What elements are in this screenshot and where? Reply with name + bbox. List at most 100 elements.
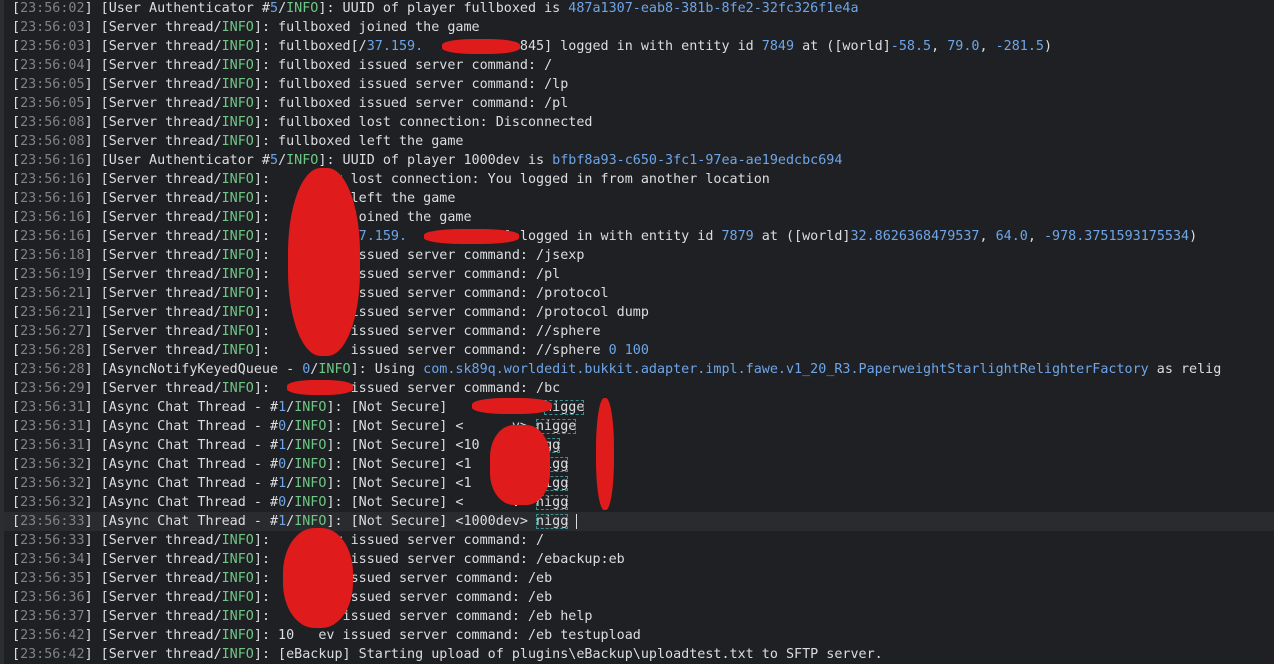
line-gutter <box>0 132 4 151</box>
log-level: INFO <box>221 305 254 320</box>
log-message: : [eBackup] Starting upload of plugins\e… <box>261 647 883 662</box>
log-timestamp: 23:56:03 <box>20 39 85 54</box>
log-line[interactable]: [23:56:19] [Server thread/INFO]: issued … <box>0 265 1274 284</box>
log-line[interactable]: [23:56:42] [Server thread/INFO]: [eBacku… <box>0 645 1274 664</box>
log-line[interactable]: [23:56:08] [Server thread/INFO]: fullbox… <box>0 113 1274 132</box>
log-line[interactable]: [23:56:29] [Server thread/INFO]: issued … <box>0 379 1274 398</box>
log-source: Async Chat Thread - # <box>108 476 279 491</box>
line-gutter <box>0 0 4 18</box>
log-source: Server thread <box>108 267 214 282</box>
numeric-value: 7879 <box>721 229 754 244</box>
log-line[interactable]: [23:56:37] [Server thread/INFO]: v issue… <box>0 607 1274 626</box>
log-line[interactable]: [23:56:21] [Server thread/INFO]: issued … <box>0 284 1274 303</box>
log-timestamp: 23:56:08 <box>20 134 85 149</box>
log-level: INFO <box>221 647 254 662</box>
log-line[interactable]: [23:56:32] [Async Chat Thread - #1/INFO]… <box>0 474 1274 493</box>
log-level: INFO <box>221 134 254 149</box>
log-source-number: 0 <box>278 457 287 472</box>
log-line[interactable]: [23:56:28] [Server thread/INFO]: issued … <box>0 341 1274 360</box>
redaction-mark <box>424 229 519 244</box>
log-line[interactable]: [23:56:21] [Server thread/INFO]: issued … <box>0 303 1274 322</box>
log-source: Server thread <box>108 647 214 662</box>
log-line[interactable]: [23:56:32] [Async Chat Thread - #0/INFO]… <box>0 493 1274 512</box>
log-level: INFO <box>221 381 254 396</box>
log-line[interactable]: [23:56:35] [Server thread/INFO]: v issue… <box>0 569 1274 588</box>
numeric-value: 79.0 <box>947 39 980 54</box>
log-timestamp: 23:56:37 <box>20 609 85 624</box>
log-line[interactable]: [23:56:33] [Server thread/INFO]: v issue… <box>0 531 1274 550</box>
log-level: INFO <box>294 400 327 415</box>
log-level: INFO <box>221 533 254 548</box>
log-line[interactable]: [23:56:16] [Server thread/INFO]: v joine… <box>0 208 1274 227</box>
highlighted-value: 37.159. <box>366 39 424 54</box>
numeric-value: -281.5 <box>995 39 1044 54</box>
log-level: INFO <box>294 495 327 510</box>
log-message: : UUID of player 1000dev is bfbf8a93-c65… <box>326 153 843 168</box>
log-line[interactable]: [23:56:08] [Server thread/INFO]: fullbox… <box>0 132 1274 151</box>
log-line[interactable]: [23:56:33] [Async Chat Thread - #1/INFO]… <box>0 512 1274 531</box>
log-line[interactable]: [23:56:16] [Server thread/INFO]: left th… <box>0 189 1274 208</box>
log-line[interactable]: [23:56:04] [Server thread/INFO]: fullbox… <box>0 56 1274 75</box>
redaction-mark <box>283 528 353 628</box>
server-console-log[interactable]: [23:56:02] [User Authenticator #5/INFO]:… <box>0 0 1274 664</box>
log-level: INFO <box>221 571 254 586</box>
log-source: Server thread <box>108 58 214 73</box>
log-message: : UUID of player fullboxed is 487a1307-e… <box>326 1 859 16</box>
log-level: INFO <box>286 153 319 168</box>
log-line[interactable]: [23:56:31] [Async Chat Thread - #1/INFO]… <box>0 436 1274 455</box>
line-gutter <box>0 550 4 569</box>
log-timestamp: 23:56:33 <box>20 514 85 529</box>
log-line[interactable]: [23:56:02] [User Authenticator #5/INFO]:… <box>0 0 1274 18</box>
log-message: : fullboxed[/37.159. 845] logged in with… <box>261 39 1053 54</box>
log-line[interactable]: [23:56:05] [Server thread/INFO]: fullbox… <box>0 75 1274 94</box>
log-source-number: 1 <box>278 400 287 415</box>
line-gutter <box>0 37 4 56</box>
log-line[interactable]: [23:56:16] [Server thread/INFO]: [/37.15… <box>0 227 1274 246</box>
log-message: : [/37.159. 4] logged in with entity id … <box>261 229 1198 244</box>
log-source: Server thread <box>108 134 214 149</box>
log-line[interactable]: [23:56:36] [Server thread/INFO]: v issue… <box>0 588 1274 607</box>
log-level: INFO <box>221 115 254 130</box>
log-timestamp: 23:56:28 <box>20 362 85 377</box>
log-line[interactable]: [23:56:03] [Server thread/INFO]: fullbox… <box>0 37 1274 56</box>
log-line[interactable]: [23:56:18] [Server thread/INFO]: issued … <box>0 246 1274 265</box>
log-level: INFO <box>294 514 327 529</box>
numeric-value: 64.0 <box>995 229 1028 244</box>
line-gutter <box>0 18 4 37</box>
line-gutter <box>0 474 4 493</box>
log-line[interactable]: [23:56:16] [Server thread/INFO]: v lost … <box>0 170 1274 189</box>
chat-message-text: nigge <box>536 419 577 434</box>
line-gutter <box>0 531 4 550</box>
log-source: Server thread <box>108 210 214 225</box>
log-source-number: 1 <box>278 438 287 453</box>
log-timestamp: 23:56:33 <box>20 533 85 548</box>
line-gutter <box>0 227 4 246</box>
log-line[interactable]: [23:56:27] [Server thread/INFO]: issued … <box>0 322 1274 341</box>
line-gutter <box>0 284 4 303</box>
log-line[interactable]: [23:56:34] [Server thread/INFO]: issued … <box>0 550 1274 569</box>
log-line[interactable]: [23:56:28] [AsyncNotifyKeyedQueue - 0/IN… <box>0 360 1274 379</box>
log-line[interactable]: [23:56:05] [Server thread/INFO]: fullbox… <box>0 94 1274 113</box>
log-source: Server thread <box>108 343 214 358</box>
log-level: INFO <box>221 628 254 643</box>
log-level: INFO <box>221 324 254 339</box>
log-source-number: 1 <box>278 476 287 491</box>
log-line[interactable]: [23:56:31] [Async Chat Thread - #0/INFO]… <box>0 417 1274 436</box>
log-level: INFO <box>221 39 254 54</box>
log-source: Async Chat Thread - # <box>108 419 279 434</box>
log-line[interactable]: [23:56:31] [Async Chat Thread - #1/INFO]… <box>0 398 1274 417</box>
log-line[interactable]: [23:56:03] [Server thread/INFO]: fullbox… <box>0 18 1274 37</box>
log-line[interactable]: [23:56:42] [Server thread/INFO]: 10 ev i… <box>0 626 1274 645</box>
log-timestamp: 23:56:31 <box>20 400 85 415</box>
log-line[interactable]: [23:56:32] [Async Chat Thread - #0/INFO]… <box>0 455 1274 474</box>
log-timestamp: 23:56:34 <box>20 552 85 567</box>
log-source: Server thread <box>108 96 214 111</box>
log-source: Server thread <box>108 39 214 54</box>
line-gutter <box>0 265 4 284</box>
log-source: Server thread <box>108 229 214 244</box>
text-caret <box>576 513 578 529</box>
log-level: INFO <box>294 476 327 491</box>
log-source: Server thread <box>108 381 214 396</box>
log-line[interactable]: [23:56:16] [User Authenticator #5/INFO]:… <box>0 151 1274 170</box>
log-timestamp: 23:56:05 <box>20 96 85 111</box>
